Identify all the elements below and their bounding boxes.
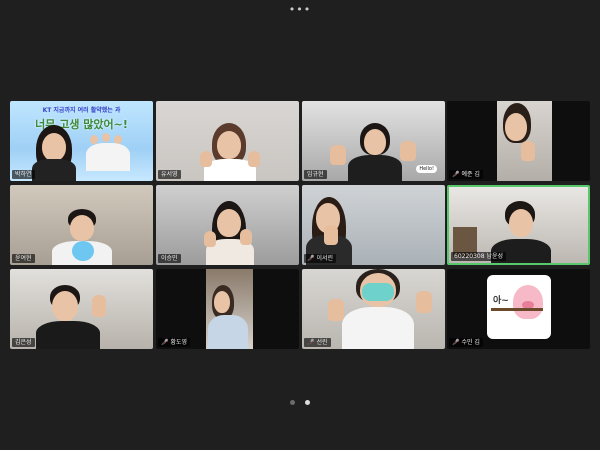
participant-name: 김은성 bbox=[12, 338, 35, 347]
mic-off-icon: 🎤̸ bbox=[161, 339, 169, 346]
participant-tile[interactable]: 🎤̸ 이서린 bbox=[302, 185, 445, 265]
pig-icon bbox=[513, 285, 543, 319]
participant-name: 🎤̸ 황도영 bbox=[158, 338, 191, 347]
participant-name: 🎤̸ 선린 bbox=[304, 338, 331, 347]
more-options-icon[interactable]: ••• bbox=[0, 3, 600, 16]
mic-off-icon: 🎤̸ bbox=[452, 171, 460, 178]
participant-name: 윤여현 bbox=[12, 254, 35, 263]
participant-tile-active-speaker[interactable]: 60220308 남윤성 bbox=[447, 185, 590, 265]
banner-text: KT 지금까지 여러 활약했는 과 bbox=[42, 107, 121, 114]
participant-tile[interactable]: 윤여현 bbox=[10, 185, 153, 265]
participant-tile[interactable]: 🎤̸ 예준 김 bbox=[447, 101, 590, 181]
mic-off-icon: 🎤̸ bbox=[307, 339, 315, 346]
participant-tile[interactable]: Hello! 임규현 bbox=[302, 101, 445, 181]
participant-grid: KT 지금까지 여러 활약했는 과 너무 고생 많았어~! 박하연 유서영 He… bbox=[10, 101, 590, 349]
participant-name: 🎤̸ 예준 김 bbox=[449, 170, 483, 179]
participant-tile[interactable]: 🎤̸ 황도영 bbox=[156, 269, 299, 349]
mic-off-icon: 🎤̸ bbox=[452, 339, 460, 346]
banner-title: 너무 고생 많았어~! bbox=[35, 118, 128, 131]
speech-bubble: Hello! bbox=[416, 165, 437, 173]
participant-name: 임규현 bbox=[304, 170, 327, 179]
participant-tile[interactable]: 아~ 🎤̸ 수민 김 bbox=[447, 269, 590, 349]
mic-off-icon: 🎤̸ bbox=[307, 255, 315, 262]
participant-tile[interactable]: KT 지금까지 여러 활약했는 과 너무 고생 많았어~! 박하연 bbox=[10, 101, 153, 181]
participant-name: 박하연 bbox=[12, 170, 35, 179]
page-indicator bbox=[0, 390, 600, 409]
participant-tile[interactable]: 🎤̸ 선린 bbox=[302, 269, 445, 349]
participant-tile[interactable]: 김은성 bbox=[10, 269, 153, 349]
video-call-window: ••• KT 지금까지 여러 활약했는 과 너무 고생 많았어~! 박하연 유서… bbox=[0, 0, 600, 450]
participant-name: 이승민 bbox=[158, 254, 181, 263]
page-dot-2[interactable] bbox=[304, 400, 310, 405]
participant-name: 60220308 남윤성 bbox=[451, 252, 507, 261]
participant-tile[interactable]: 이승민 bbox=[156, 185, 299, 265]
pig-sticker: 아~ bbox=[487, 275, 551, 339]
participant-tile[interactable]: 유서영 bbox=[156, 101, 299, 181]
participant-name: 🎤̸ 수민 김 bbox=[449, 338, 483, 347]
page-dot-1[interactable] bbox=[290, 400, 296, 405]
participant-name: 🎤̸ 이서린 bbox=[304, 254, 337, 263]
sticker-text: 아~ bbox=[493, 296, 509, 306]
participant-name: 유서영 bbox=[158, 170, 181, 179]
